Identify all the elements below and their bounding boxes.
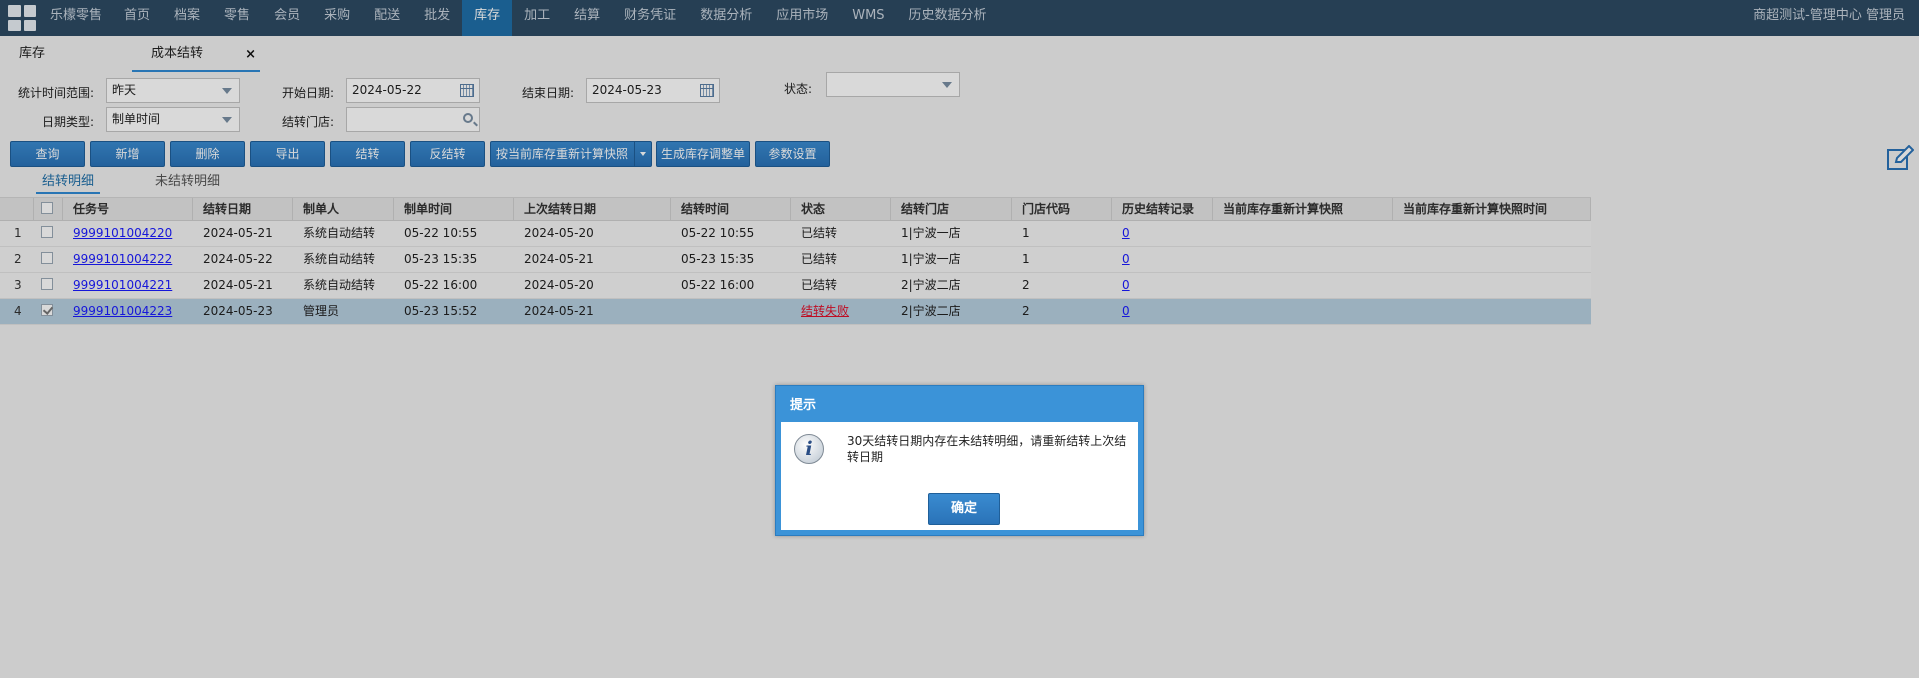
alert-dialog: 提示 i 30天结转日期内存在未结转明细，请重新结转上次结转日期 确定 [775,385,1144,536]
ok-button[interactable]: 确定 [928,493,1000,525]
dialog-message: 30天结转日期内存在未结转明细，请重新结转上次结转日期 [847,434,1127,464]
dialog-body: i 30天结转日期内存在未结转明细，请重新结转上次结转日期 确定 [781,422,1138,530]
dialog-title: 提示 [790,398,817,413]
info-icon: i [794,434,824,464]
modal-overlay [0,0,1919,678]
